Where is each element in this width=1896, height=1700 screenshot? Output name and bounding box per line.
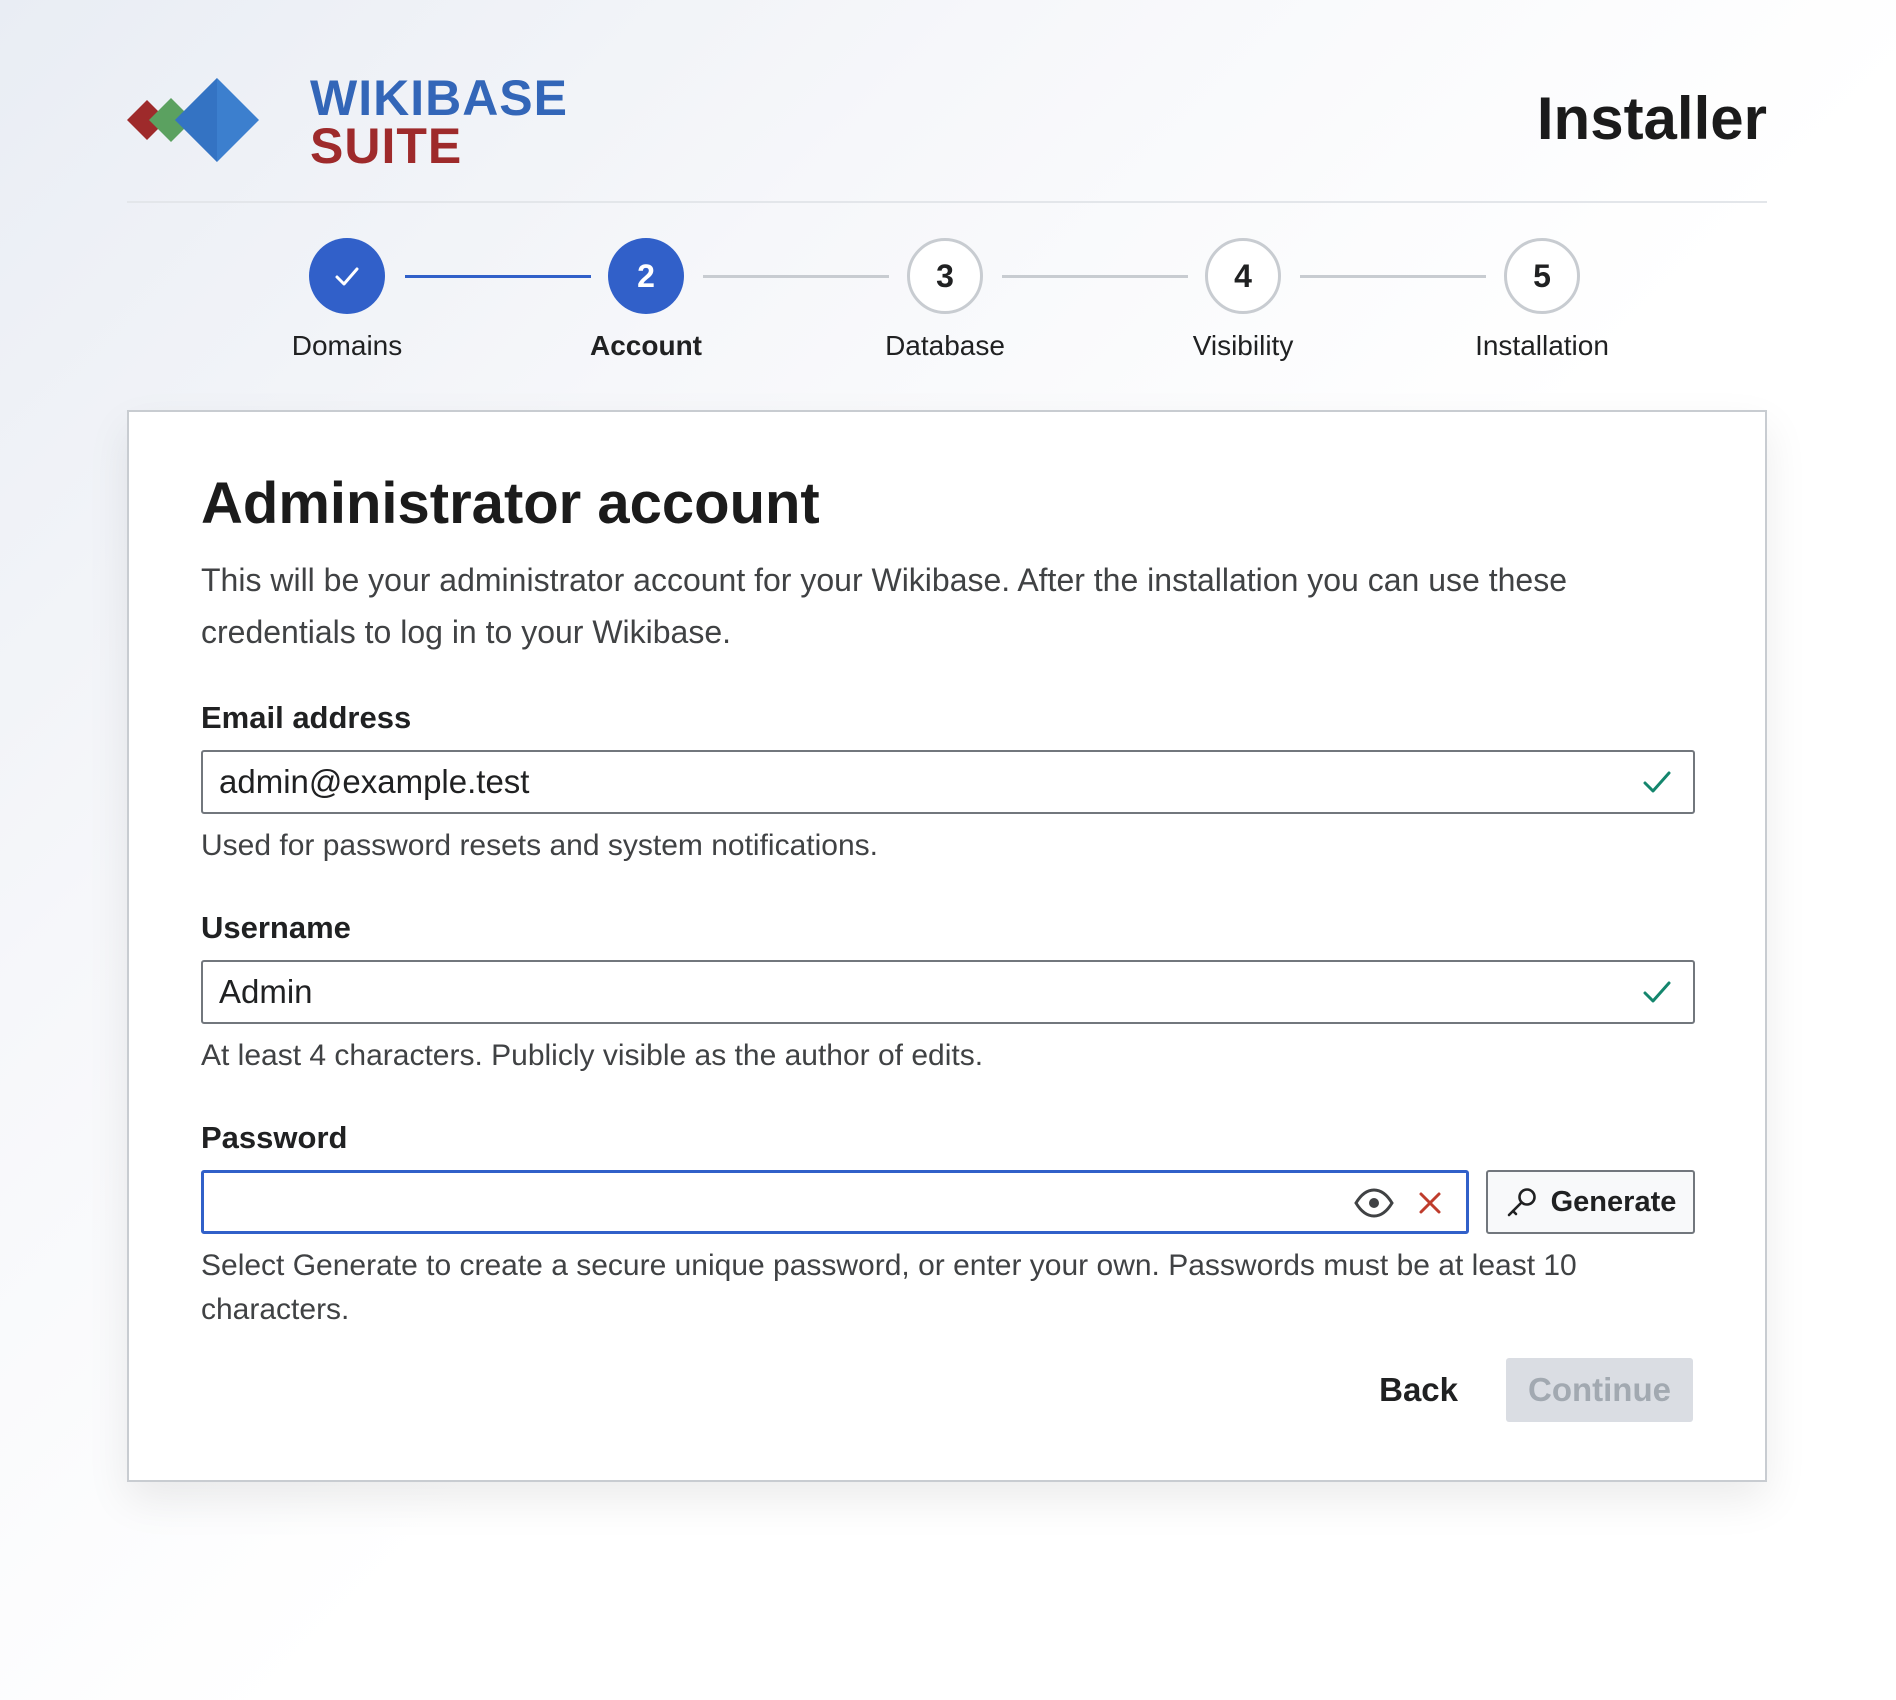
check-icon — [1643, 771, 1671, 793]
email-input-row — [201, 750, 1695, 814]
password-input-row: Generate — [201, 1170, 1695, 1234]
step-visibility-circle: 4 — [1205, 238, 1281, 314]
password-input-box[interactable] — [201, 1170, 1469, 1234]
form-actions: Back Continue — [1379, 1358, 1693, 1422]
brand-line-suite: SUITE — [310, 118, 463, 174]
step-domains[interactable]: Domains — [247, 238, 447, 362]
email-field-group: Email address Used for password resets a… — [201, 700, 1695, 868]
email-help: Used for password resets and system noti… — [201, 829, 878, 862]
installer-page: WIKIBASE SUITE Installer Domains 2 Accou… — [127, 0, 1767, 1482]
step-installation-circle: 5 — [1504, 238, 1580, 314]
step-account: 2 Account — [546, 238, 746, 362]
form-title: Administrator account — [201, 471, 820, 536]
password-label: Password — [201, 1120, 348, 1155]
key-icon — [1507, 1188, 1536, 1217]
check-icon — [1643, 981, 1671, 1003]
step-account-label: Account — [590, 330, 702, 361]
generate-password-button[interactable]: Generate — [1486, 1170, 1695, 1234]
header: WIKIBASE SUITE Installer — [127, 0, 1767, 203]
email-input-box[interactable] — [201, 750, 1695, 814]
step-database-label: Database — [885, 330, 1005, 361]
form-intro: This will be your administrator account … — [201, 562, 1567, 650]
step-visibility: 4 Visibility — [1143, 238, 1343, 362]
email-label: Email address — [201, 700, 412, 735]
username-label: Username — [201, 910, 351, 945]
brand-wordmark: WIKIBASE SUITE — [310, 70, 568, 174]
step-installation: 5 Installation — [1442, 238, 1642, 362]
progress-stepper: Domains 2 Account 3 Database 4 Visibilit… — [127, 238, 1767, 378]
step-visibility-label: Visibility — [1192, 330, 1294, 361]
check-icon — [335, 267, 359, 286]
account-form-card: Administrator account This will be your … — [127, 410, 1767, 1482]
step-domains-label: Domains — [291, 330, 403, 361]
step-domains-circle — [309, 238, 385, 314]
step-database: 3 Database — [845, 238, 1045, 362]
email-input[interactable] — [219, 752, 1599, 812]
page-title: Installer — [1536, 85, 1767, 152]
step-installation-label: Installation — [1475, 330, 1609, 361]
close-icon[interactable] — [1414, 1187, 1446, 1219]
password-field-group: Password Generate Select Generate to cre… — [201, 1120, 1695, 1332]
password-help: Select Generate to create a secure uniqu… — [201, 1249, 1577, 1326]
back-button[interactable]: Back — [1379, 1371, 1458, 1409]
continue-button[interactable]: Continue — [1506, 1358, 1693, 1422]
username-input[interactable] — [219, 962, 1599, 1022]
account-form: Administrator account This will be your … — [201, 470, 1695, 1332]
username-help: At least 4 characters. Publicly visible … — [201, 1039, 984, 1072]
username-input-box[interactable] — [201, 960, 1695, 1024]
generate-label: Generate — [1550, 1185, 1677, 1218]
wikibase-suite-logo — [127, 78, 259, 162]
step-account-circle: 2 — [608, 238, 684, 314]
password-input[interactable] — [220, 1173, 1320, 1231]
eye-icon[interactable] — [1354, 1187, 1394, 1219]
step-database-circle: 3 — [907, 238, 983, 314]
username-input-row — [201, 960, 1695, 1024]
username-field-group: Username At least 4 characters. Publicly… — [201, 910, 1695, 1078]
brand-line-wikibase: WIKIBASE — [310, 70, 568, 126]
